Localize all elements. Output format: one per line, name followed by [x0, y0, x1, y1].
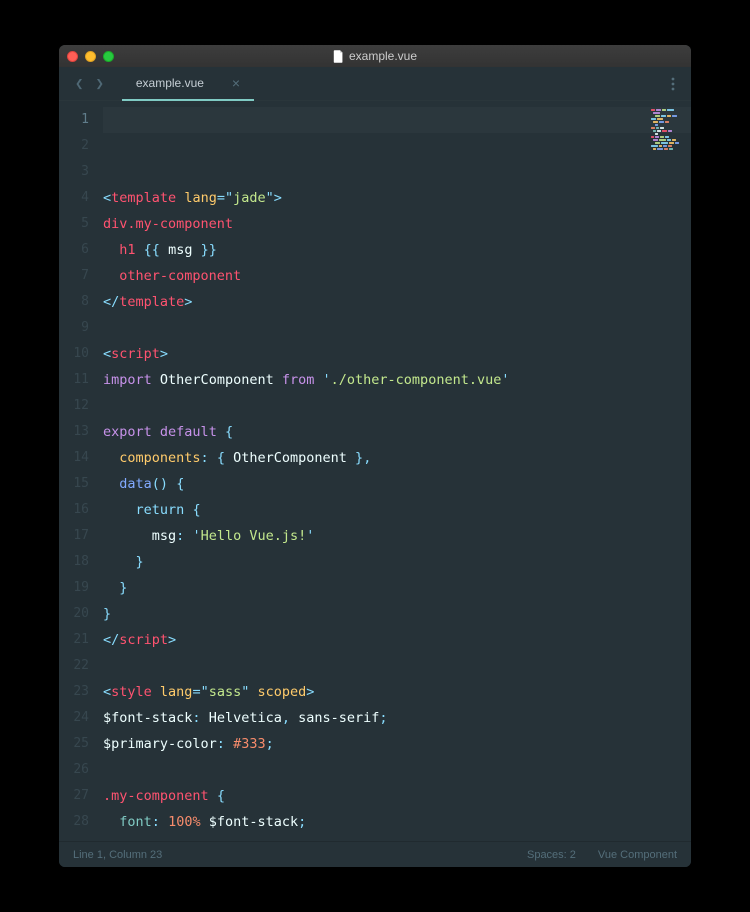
code-line[interactable]: font: 100% $font-stack; [103, 809, 691, 835]
code-line[interactable] [103, 653, 691, 679]
line-number: 22 [59, 653, 103, 679]
code-line[interactable]: export default { [103, 419, 691, 445]
statusbar: Line 1, Column 23 Spaces: 2 Vue Componen… [59, 841, 691, 867]
code-line[interactable]: components: { OtherComponent }, [103, 445, 691, 471]
code-line[interactable]: msg: 'Hello Vue.js!' [103, 523, 691, 549]
code-line[interactable] [103, 315, 691, 341]
code-line[interactable]: } [103, 601, 691, 627]
line-number: 18 [59, 549, 103, 575]
minimize-window-button[interactable] [85, 51, 96, 62]
line-number: 2 [59, 133, 103, 159]
line-number: 17 [59, 523, 103, 549]
code-line[interactable]: <script> [103, 341, 691, 367]
line-number: 3 [59, 159, 103, 185]
code-line[interactable]: $font-stack: Helvetica, sans-serif; [103, 705, 691, 731]
code-line[interactable]: } [103, 575, 691, 601]
line-number: 7 [59, 263, 103, 289]
code-line[interactable]: h1 {{ msg }} [103, 237, 691, 263]
code-line[interactable]: } [103, 549, 691, 575]
line-number: 23 [59, 679, 103, 705]
nav-forward-button[interactable]: ❯ [91, 74, 107, 94]
window-title: example.vue [59, 49, 691, 63]
code-line[interactable]: $primary-color: #333; [103, 731, 691, 757]
code-line[interactable]: other-component [103, 263, 691, 289]
code-line[interactable]: .my-component { [103, 783, 691, 809]
line-number: 14 [59, 445, 103, 471]
line-number: 13 [59, 419, 103, 445]
zoom-window-button[interactable] [103, 51, 114, 62]
nav-arrows: ❮ ❯ [63, 74, 116, 94]
titlebar: example.vue [59, 45, 691, 67]
code-line[interactable]: color: $primary-color; [103, 835, 691, 841]
editor-window: example.vue ❮ ❯ example.vue × 1234567891… [59, 45, 691, 867]
line-number: 9 [59, 315, 103, 341]
tab-example-vue[interactable]: example.vue × [122, 67, 254, 101]
nav-back-button[interactable]: ❮ [71, 74, 87, 94]
editor-area[interactable]: 1234567891011121314151617181920212223242… [59, 101, 691, 841]
code-content[interactable]: <template lang="jade">div.my-component h… [103, 101, 691, 841]
tab-close-button[interactable]: × [232, 75, 240, 91]
code-line[interactable]: </template> [103, 289, 691, 315]
more-menu-button[interactable] [659, 77, 687, 91]
line-number: 21 [59, 627, 103, 653]
more-vertical-icon [671, 77, 675, 91]
line-number: 24 [59, 705, 103, 731]
line-number: 6 [59, 237, 103, 263]
line-number: 26 [59, 757, 103, 783]
tab-label: example.vue [136, 76, 204, 90]
line-number: 25 [59, 731, 103, 757]
code-line[interactable]: <style lang="sass" scoped> [103, 679, 691, 705]
window-title-text: example.vue [349, 49, 417, 63]
code-line[interactable]: return { [103, 497, 691, 523]
line-number: 20 [59, 601, 103, 627]
line-number: 4 [59, 185, 103, 211]
minimap[interactable] [651, 109, 685, 151]
indent-setting[interactable]: Spaces: 2 [527, 849, 576, 861]
code-line[interactable]: <template lang="jade"> [103, 185, 691, 211]
line-number: 19 [59, 575, 103, 601]
active-line-highlight [103, 107, 691, 133]
code-line[interactable]: </script> [103, 627, 691, 653]
syntax-mode[interactable]: Vue Component [598, 849, 677, 861]
cursor-position[interactable]: Line 1, Column 23 [73, 849, 162, 861]
toolbar: ❮ ❯ example.vue × [59, 67, 691, 101]
line-number: 12 [59, 393, 103, 419]
code-line[interactable]: import OtherComponent from './other-comp… [103, 367, 691, 393]
traffic-lights [67, 51, 114, 62]
line-number: 10 [59, 341, 103, 367]
code-line[interactable] [103, 393, 691, 419]
line-number-gutter: 1234567891011121314151617181920212223242… [59, 101, 103, 841]
line-number: 5 [59, 211, 103, 237]
line-number: 8 [59, 289, 103, 315]
line-number: 28 [59, 809, 103, 835]
line-number: 16 [59, 497, 103, 523]
line-number: 27 [59, 783, 103, 809]
code-line[interactable]: div.my-component [103, 211, 691, 237]
close-window-button[interactable] [67, 51, 78, 62]
code-line[interactable]: data() { [103, 471, 691, 497]
code-line[interactable] [103, 757, 691, 783]
file-icon [333, 50, 344, 63]
line-number: 11 [59, 367, 103, 393]
line-number: 15 [59, 471, 103, 497]
line-number: 1 [59, 107, 103, 133]
